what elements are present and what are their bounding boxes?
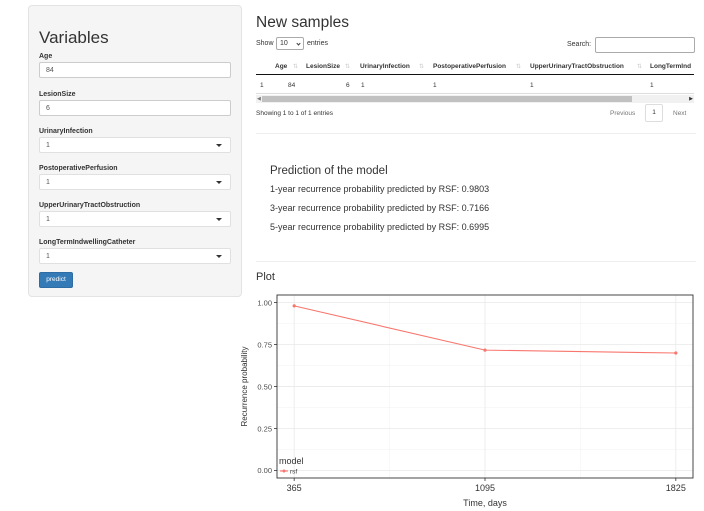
recurrence-chart: 0.00 0.25 0.50 0.75 1.00 365 1095 1825 Time, day… — [240, 294, 694, 508]
legend-label: rsf — [290, 469, 297, 476]
x-tick-label: 1095 — [475, 483, 495, 493]
y-axis-title: Recurrence probability — [240, 346, 249, 426]
x-tick-label: 365 — [287, 483, 302, 493]
y-tick-label: 0.00 — [257, 466, 272, 475]
y-tick-label: 0.25 — [257, 424, 272, 433]
data-point — [292, 304, 296, 308]
x-axis-title: Time, days — [463, 498, 507, 508]
y-tick-label: 0.50 — [257, 382, 272, 391]
y-tick-label: 1.00 — [257, 298, 272, 307]
legend-key-point — [282, 469, 286, 473]
legend-title: model — [279, 456, 304, 466]
x-tick-label: 1825 — [666, 483, 686, 493]
data-point — [674, 351, 678, 355]
data-point — [483, 348, 487, 352]
y-tick-label: 0.75 — [257, 340, 272, 349]
